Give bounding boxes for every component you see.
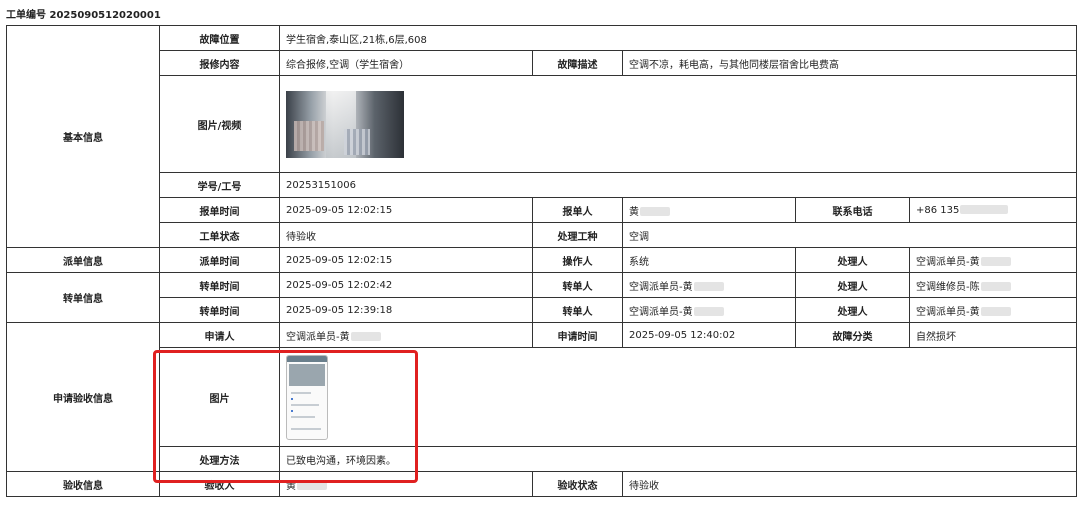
- value-operator: 系统: [622, 247, 796, 273]
- value-dispatch-time: 2025-09-05 12:02:15: [279, 247, 533, 273]
- row-transfer-1: 转单信息 转单时间 2025-09-05 12:02:42 转单人 空调派单员-…: [6, 272, 1078, 323]
- label-apply-image: 图片: [159, 347, 280, 447]
- label-report-time: 报单时间: [159, 197, 280, 223]
- label-fault-category: 故障分类: [795, 322, 910, 348]
- value-content: 综合报修,空调（学生宿舍）: [279, 50, 533, 76]
- value-dispatch-handler: 空调派单员-黄: [908, 247, 1078, 273]
- value-description: 空调不凉，耗电高，与其他同楼层宿舍比电费高: [621, 50, 1078, 76]
- row-acceptance: 验收信息 验收人 黄 验收状态 待验收: [6, 471, 1078, 497]
- row-id: 学号/工号 20253151006: [7, 172, 1078, 198]
- label-reporter: 报单人: [532, 197, 623, 223]
- row-transfer-2: 转单时间 2025-09-05 12:39:18 转单人 空调派单员-黄 处理人…: [7, 297, 1078, 323]
- label-acceptor: 验收人: [159, 471, 280, 497]
- section-transfer-info: 转单信息: [6, 272, 160, 323]
- row-applicant: 申请验收信息 申请人 空调派单员-黄 申请时间 2025-09-05 12:40…: [6, 322, 1078, 472]
- label-location: 故障位置: [159, 25, 280, 51]
- redacted-mask: [980, 256, 1011, 266]
- value-applicant: 空调派单员-黄: [279, 322, 533, 348]
- screenshot-thumbnail[interactable]: [286, 354, 328, 440]
- value-phone: +86 135: [908, 197, 1078, 223]
- redacted-mask: [640, 206, 670, 216]
- label-operator: 操作人: [532, 247, 623, 273]
- row-location: 基本信息 故障位置 学生宿舍,泰山区,21栋,6层,608: [6, 25, 1078, 248]
- value-reporter: 黄: [622, 197, 796, 223]
- redacted-mask: [297, 480, 327, 490]
- redacted-mask: [980, 281, 1011, 291]
- redacted-mask: [960, 204, 1009, 214]
- label-status: 工单状态: [159, 222, 280, 248]
- value-id: 20253151006: [278, 172, 1078, 198]
- redacted-mask: [693, 281, 724, 291]
- label-acceptance-status: 验收状态: [532, 471, 623, 497]
- row-media: 图片/视频: [7, 75, 1078, 173]
- value-apply-image: [278, 347, 1078, 447]
- row-dispatch: 派单信息 派单时间 2025-09-05 12:02:15 操作人 系统 处理人…: [6, 247, 1078, 273]
- label-transfer-from: 转单人: [532, 272, 623, 298]
- fault-photo-thumbnail[interactable]: [286, 90, 404, 158]
- redacted-mask: [980, 306, 1011, 316]
- label-content: 报修内容: [159, 50, 280, 76]
- label-trade: 处理工种: [532, 222, 623, 248]
- section-dispatch-info: 派单信息: [6, 247, 160, 273]
- label-transfer-handler: 处理人: [795, 297, 910, 323]
- value-method: 已致电沟通，环境因素。: [278, 446, 1078, 472]
- label-transfer-from: 转单人: [532, 297, 623, 323]
- value-apply-time: 2025-09-05 12:40:02: [622, 322, 796, 348]
- value-transfer-handler: 空调维修员-陈: [908, 272, 1078, 298]
- value-location: 学生宿舍,泰山区,21栋,6层,608: [278, 25, 1078, 51]
- value-fault-category: 自然损坏: [908, 322, 1078, 348]
- row-status: 工单状态 待验收 处理工种 空调: [7, 222, 1078, 248]
- label-applicant: 申请人: [159, 322, 280, 348]
- section-apply-acceptance: 申请验收信息: [6, 322, 160, 472]
- value-trade: 空调: [621, 222, 1078, 248]
- label-dispatch-handler: 处理人: [795, 247, 910, 273]
- value-transfer-handler: 空调派单员-黄: [908, 297, 1078, 323]
- label-transfer-time: 转单时间: [159, 297, 280, 323]
- value-transfer-time: 2025-09-05 12:39:18: [279, 297, 533, 323]
- value-report-time: 2025-09-05 12:02:15: [279, 197, 533, 223]
- value-media: [278, 75, 1078, 173]
- label-description: 故障描述: [532, 50, 623, 76]
- label-apply-time: 申请时间: [532, 322, 623, 348]
- value-status: 待验收: [279, 222, 533, 248]
- value-transfer-time: 2025-09-05 12:02:42: [279, 272, 533, 298]
- value-transfer-from: 空调派单员-黄: [622, 272, 796, 298]
- order-number: 工单编号 2025090512020001: [6, 10, 161, 21]
- section-acceptance-info: 验收信息: [6, 471, 160, 497]
- row-method: 处理方法 已致电沟通，环境因素。: [7, 446, 1078, 472]
- value-transfer-from: 空调派单员-黄: [622, 297, 796, 323]
- label-transfer-time: 转单时间: [159, 272, 280, 298]
- work-order-table: 基本信息 故障位置 学生宿舍,泰山区,21栋,6层,608 报修内容 综合报修,…: [6, 25, 1078, 497]
- value-acceptance-status: 待验收: [621, 471, 1078, 497]
- label-media: 图片/视频: [159, 75, 280, 173]
- row-content: 报修内容 综合报修,空调（学生宿舍） 故障描述 空调不凉，耗电高，与其他同楼层宿…: [7, 50, 1078, 76]
- row-apply-image: 图片: [7, 347, 1078, 447]
- label-transfer-handler: 处理人: [795, 272, 910, 298]
- label-phone: 联系电话: [795, 197, 910, 223]
- redacted-mask: [350, 331, 381, 341]
- value-acceptor: 黄: [279, 471, 533, 497]
- label-dispatch-time: 派单时间: [159, 247, 280, 273]
- label-method: 处理方法: [159, 446, 280, 472]
- label-id: 学号/工号: [159, 172, 280, 198]
- row-report: 报单时间 2025-09-05 12:02:15 报单人 黄 联系电话 +86 …: [7, 197, 1078, 223]
- section-basic-info: 基本信息: [6, 25, 160, 248]
- redacted-mask: [693, 306, 724, 316]
